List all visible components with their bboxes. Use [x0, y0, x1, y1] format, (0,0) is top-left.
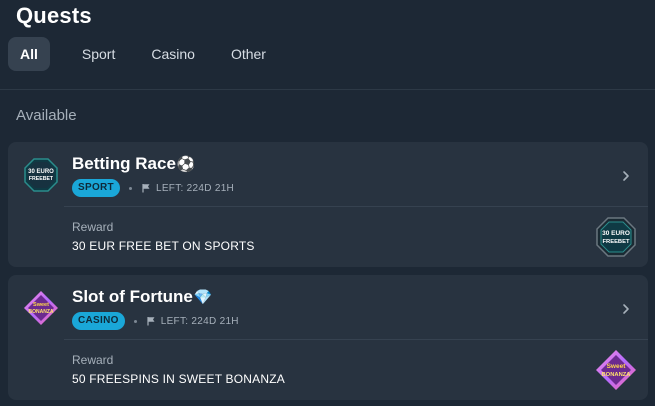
- freebet-badge-icon: 30 EURO FREEBET: [24, 158, 58, 192]
- chevron-right-icon[interactable]: [620, 301, 632, 317]
- separator-dot: [128, 186, 132, 190]
- quest-name: Slot of Fortune 💎: [72, 287, 213, 307]
- category-badge: SPORT: [72, 179, 120, 197]
- reward-label: Reward: [72, 220, 114, 234]
- quest-meta: SPORT LEFT: 224D 21H: [72, 179, 234, 197]
- quest-card-slot-of-fortune[interactable]: Sweet BONANZA Slot of Fortune 💎 CASINO L…: [8, 275, 648, 400]
- sweet-bonanza-icon: Sweet BONANZA: [24, 291, 58, 325]
- category-badge: CASINO: [72, 312, 125, 330]
- card-divider: [64, 206, 648, 207]
- tab-sport[interactable]: Sport: [70, 37, 127, 71]
- freebet-reward-icon-text-bottom: FREEBET: [602, 239, 630, 245]
- header-divider: [0, 89, 655, 90]
- chevron-right-icon[interactable]: [620, 168, 632, 184]
- quest-meta: CASINO LEFT: 224D 21H: [72, 312, 239, 330]
- flag-icon: [142, 184, 150, 193]
- reward-value: 50 FREESPINS IN SWEET BONANZA: [72, 372, 285, 386]
- freebet-icon-text-bottom: FREEBET: [29, 176, 54, 182]
- bonanza-icon-text-top: Sweet: [33, 302, 49, 308]
- tab-all[interactable]: All: [8, 37, 50, 71]
- reward-label: Reward: [72, 353, 114, 367]
- separator-dot: [133, 319, 137, 323]
- diamond-icon: 💎: [193, 289, 213, 306]
- tab-casino[interactable]: Casino: [139, 37, 207, 71]
- bonanza-reward-icon-text-bottom: BONANZA: [602, 372, 632, 378]
- freebet-icon-text-top: 30 EURO: [28, 169, 54, 175]
- tab-other[interactable]: Other: [219, 37, 278, 71]
- quest-name-text: Slot of Fortune: [72, 287, 193, 306]
- quest-tabs: All Sport Casino Other: [8, 37, 278, 71]
- reward-value: 30 EUR FREE BET ON SPORTS: [72, 239, 255, 253]
- flag-icon: [147, 317, 155, 326]
- quest-name: Betting Race ⚽: [72, 154, 196, 174]
- sweet-bonanza-reward-icon: Sweet BONANZA: [596, 350, 636, 390]
- bonanza-reward-icon-text-top: Sweet: [607, 363, 627, 370]
- bonanza-icon-text-bottom: BONANZA: [29, 309, 54, 315]
- time-left: LEFT: 224D 21H: [155, 182, 235, 194]
- freebet-reward-icon-text-top: 30 EURO: [602, 230, 630, 237]
- time-left: LEFT: 224D 21H: [160, 315, 239, 327]
- freebet-reward-icon: 30 EURO FREEBET: [596, 217, 636, 257]
- quest-card-betting-race[interactable]: 30 EURO FREEBET Betting Race ⚽ SPORT LEF…: [8, 142, 648, 267]
- card-divider: [64, 339, 648, 340]
- page-title: Quests: [16, 3, 92, 28]
- quest-name-text: Betting Race: [72, 154, 176, 173]
- soccer-ball-icon: ⚽: [176, 156, 196, 173]
- section-label-available: Available: [16, 107, 77, 124]
